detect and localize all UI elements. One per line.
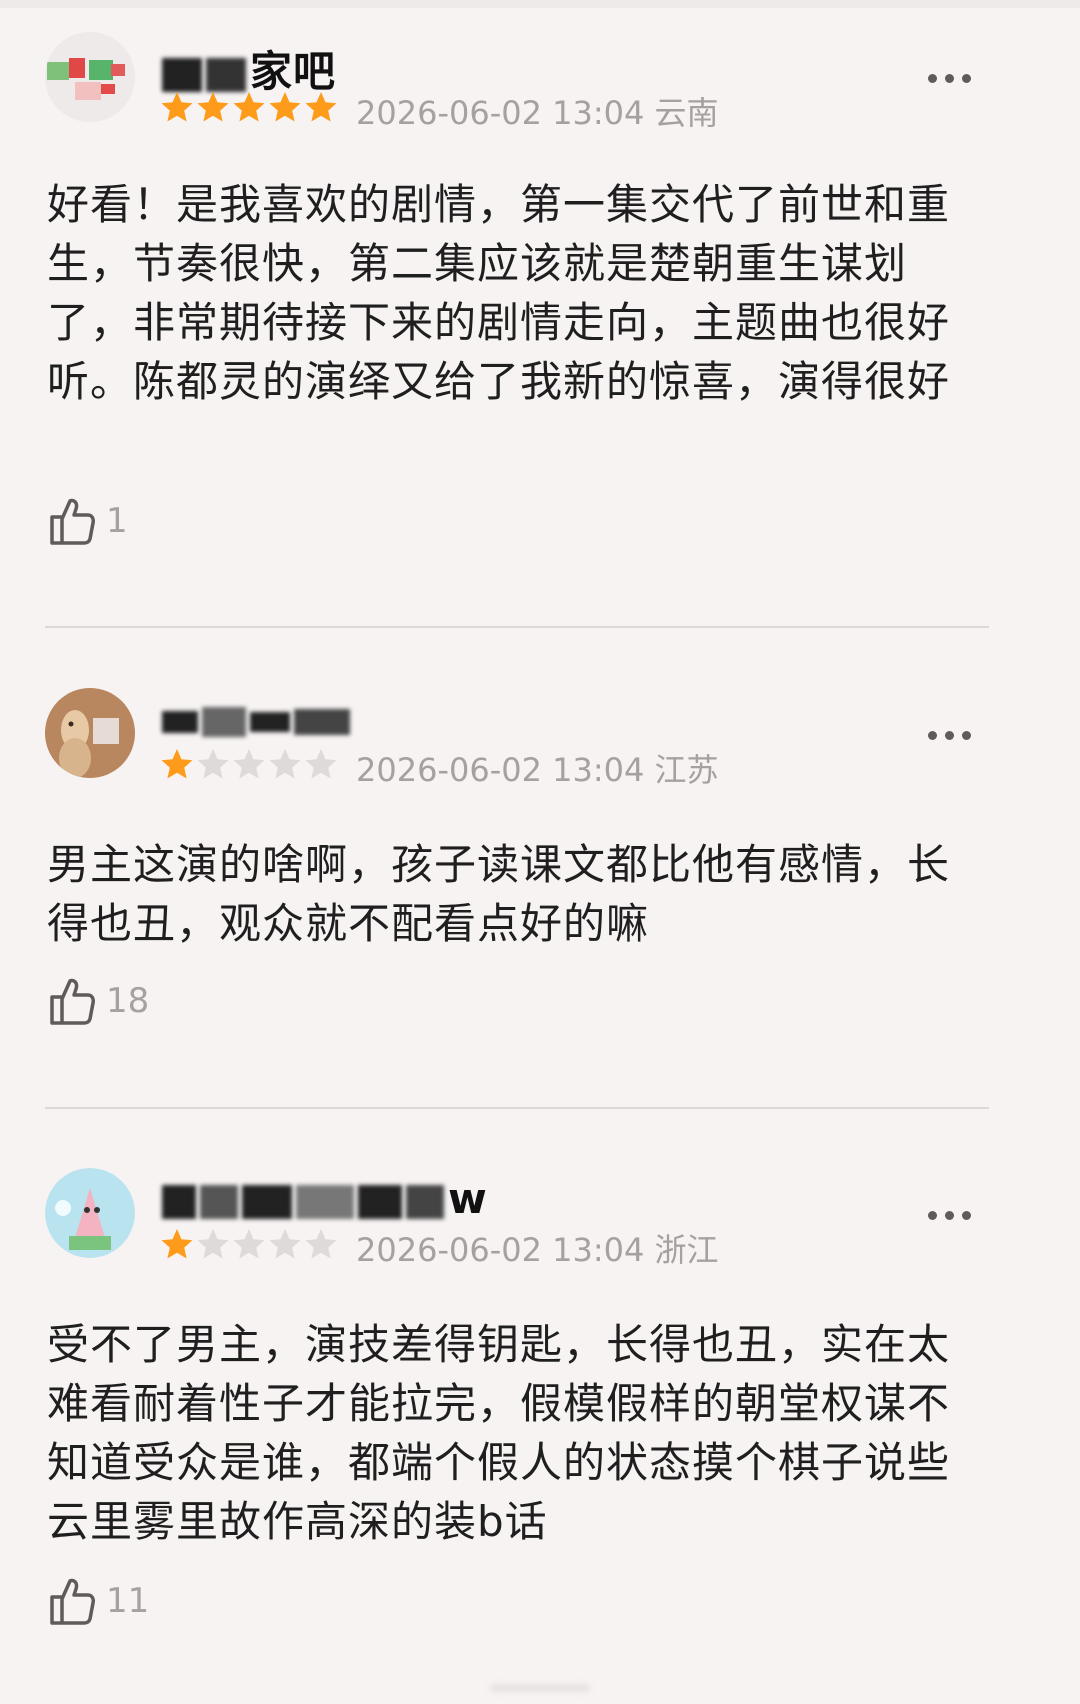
star-icon bbox=[161, 92, 193, 122]
review-meta: 2026-06-02 13:04 江苏 bbox=[356, 745, 719, 791]
review-location: 浙江 bbox=[654, 1231, 719, 1269]
avatar[interactable] bbox=[45, 1168, 135, 1258]
like-button[interactable]: 11 bbox=[48, 1575, 149, 1627]
rating-stars bbox=[160, 1227, 338, 1261]
thumbs-up-icon bbox=[50, 1578, 95, 1625]
like-count: 18 bbox=[106, 981, 150, 1021]
star-icon bbox=[161, 1229, 193, 1259]
review-datetime: 2026-06-02 13:04 bbox=[356, 751, 645, 789]
review-content: 男主这演的啥啊，孩子读课文都比他有感情，长得也丑，观众就不配看点好的嘛 bbox=[47, 840, 951, 948]
like-count: 11 bbox=[106, 1581, 150, 1621]
review-datetime: 2026-06-02 13:04 bbox=[356, 1231, 645, 1269]
review-location: 江苏 bbox=[654, 751, 719, 789]
star-icon bbox=[305, 92, 337, 122]
star-icon bbox=[269, 1229, 301, 1259]
like-count: 1 bbox=[106, 501, 128, 541]
review-content: 好看！是我喜欢的剧情，第一集交代了前世和重生，节奏很快，第二集应该就是楚朝重生谋… bbox=[47, 180, 951, 406]
star-icon bbox=[269, 92, 301, 122]
star-icon bbox=[161, 749, 193, 779]
review-content: 受不了男主，演技差得钥匙，长得也丑，实在太难看耐着性子才能拉完，假模假样的朝堂权… bbox=[47, 1320, 951, 1546]
scroll-indicator bbox=[490, 1684, 590, 1692]
star-icon bbox=[269, 749, 301, 779]
divider bbox=[45, 626, 989, 628]
review-meta: 2026-06-02 13:04 云南 bbox=[356, 88, 719, 134]
top-edge bbox=[0, 0, 1080, 8]
star-icon bbox=[305, 1229, 337, 1259]
review-location: 云南 bbox=[654, 94, 719, 132]
username[interactable] bbox=[162, 694, 354, 743]
more-dots-icon[interactable] bbox=[928, 74, 971, 83]
divider bbox=[45, 1107, 989, 1109]
avatar[interactable] bbox=[45, 32, 135, 122]
star-icon bbox=[305, 749, 337, 779]
star-icon bbox=[233, 92, 265, 122]
review-meta: 2026-06-02 13:04 浙江 bbox=[356, 1225, 719, 1271]
like-button[interactable]: 1 bbox=[48, 495, 128, 547]
more-dots-icon[interactable] bbox=[928, 731, 971, 740]
like-button[interactable]: 18 bbox=[48, 975, 149, 1027]
more-dots-icon[interactable] bbox=[928, 1211, 971, 1220]
rating-stars bbox=[160, 747, 338, 781]
thumbs-up-icon bbox=[50, 978, 95, 1025]
thumbs-up-icon bbox=[50, 498, 95, 545]
star-icon bbox=[197, 1229, 229, 1259]
star-icon bbox=[233, 749, 265, 779]
star-icon bbox=[197, 92, 229, 122]
review-datetime: 2026-06-02 13:04 bbox=[356, 94, 645, 132]
avatar[interactable] bbox=[45, 688, 135, 778]
rating-stars bbox=[160, 90, 338, 124]
username[interactable]: w bbox=[162, 1174, 488, 1223]
star-icon bbox=[197, 749, 229, 779]
star-icon bbox=[233, 1229, 265, 1259]
